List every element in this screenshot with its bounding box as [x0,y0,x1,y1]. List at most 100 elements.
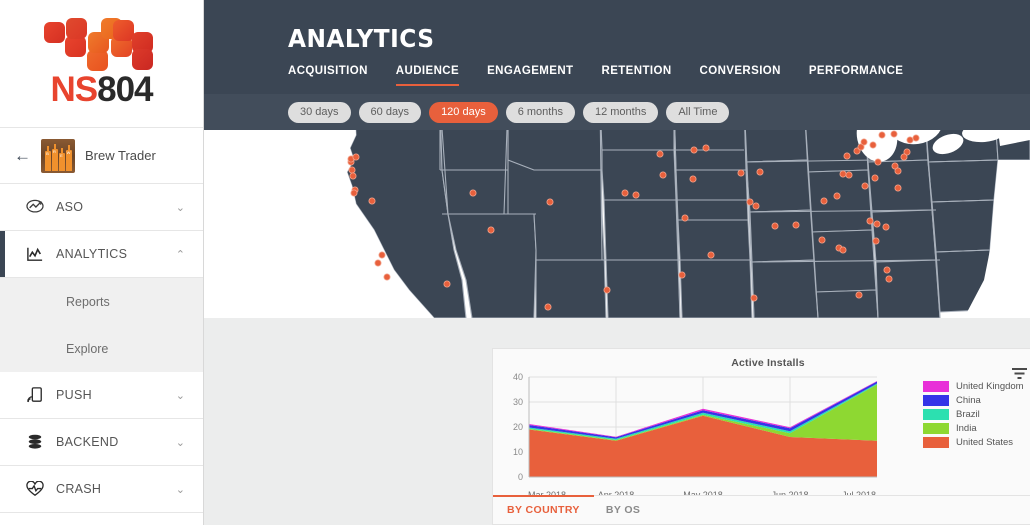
map-dot [843,152,851,160]
tab-engagement[interactable]: ENGAGEMENT [473,65,587,86]
chart-tab-by-country[interactable]: BY COUNTRY [493,494,594,525]
map-dot [690,146,698,154]
range-pill-120-days[interactable]: 120 days [429,101,498,123]
map-dot [792,221,800,229]
chevron-down-icon-crash[interactable]: ⌄ [176,483,185,496]
chevron-down-icon-aso[interactable]: ⌄ [176,201,185,214]
sidebar-item-backend[interactable]: BACKEND ⌄ [0,419,203,466]
sidebar-item-label-aso: ASO [56,200,84,214]
chart-y-tick: 20 [513,422,523,432]
map-dot [621,189,629,197]
legend-swatch-brazil [923,409,949,420]
lower-panel: Active Installs 010203040 Mar 2018Apr 20… [204,318,1030,525]
map-dot [546,198,554,206]
map-dot [894,184,902,192]
map-dot [885,275,893,283]
sidebar-item-explore[interactable]: Explore [0,325,203,372]
sidebar-item-analytics[interactable]: ANALYTICS ⌃ [0,231,203,278]
legend-swatch-india [923,423,949,434]
active-installs-chart-card: Active Installs 010203040 Mar 2018Apr 20… [492,348,1030,525]
legend-label-united-kingdom: United Kingdom [956,381,1024,392]
sidebar-item-reports[interactable]: Reports [0,278,203,325]
map-dot [883,266,891,274]
push-notification-icon [26,387,48,403]
installs-map[interactable]: Expand the map to interact [204,130,1030,318]
crash-heartbeat-icon [26,481,48,497]
analytics-chart-icon [26,246,48,262]
legend-item-india[interactable]: India [923,423,1030,434]
analytics-subnav: Reports Explore [0,278,203,372]
tab-performance[interactable]: PERFORMANCE [795,65,918,86]
legend-swatch-united-states [923,437,949,448]
legend-label-brazil: Brazil [956,409,980,420]
map-dot [820,197,828,205]
map-dot [603,286,611,294]
range-pill-all-time[interactable]: All Time [666,101,730,123]
map-dot [469,189,477,197]
map-dot [378,251,386,259]
map-dot [882,223,890,231]
tab-audience[interactable]: AUDIENCE [382,65,473,86]
back-arrow-icon[interactable]: ← [14,147,31,164]
map-dot [861,182,869,190]
legend-item-china[interactable]: China [923,395,1030,406]
logo-text-804: 804 [97,70,153,109]
tab-acquisition[interactable]: ACQUISITION [288,65,382,86]
map-dot [818,236,826,244]
legend-item-brazil[interactable]: Brazil [923,409,1030,420]
range-pill-12-months[interactable]: 12 months [582,101,659,123]
sidebar-item-push[interactable]: PUSH ⌄ [0,372,203,419]
legend-item-united-kingdom[interactable]: United Kingdom [923,381,1030,392]
map-dot [866,217,874,225]
map-dot [632,191,640,199]
legend-label-united-states: United States [956,437,1014,448]
us-map-svg [204,130,1030,318]
map-dot [746,198,754,206]
map-dot [350,189,358,197]
chart-tab-by-os[interactable]: BY OS [606,496,640,525]
map-dot [348,166,356,174]
chart-y-tick: 40 [513,373,523,382]
range-pill-60-days[interactable]: 60 days [358,101,422,123]
chart-title: Active Installs [731,357,805,369]
map-dot [678,271,686,279]
map-dot [544,303,552,311]
map-dot [873,220,881,228]
legend-swatch-china [923,395,949,406]
aso-chart-icon [26,199,48,215]
legend-item-united-states[interactable]: United States [923,437,1030,448]
map-dot [869,141,877,149]
map-dot [681,214,689,222]
chevron-down-icon-backend[interactable]: ⌄ [176,436,185,449]
chevron-up-icon-analytics[interactable]: ⌃ [176,248,185,261]
chart-y-tick: 0 [518,472,523,482]
map-dot [752,202,760,210]
current-app-row[interactable]: ← B R E W Brew Trader [0,128,203,184]
map-dot [383,273,391,281]
map-dot [912,134,920,142]
map-dot [349,172,357,180]
map-dot [878,131,886,139]
logo-wordmark: NS804 [50,70,153,109]
sidebar-item-aso[interactable]: ASO ⌄ [0,184,203,231]
app-icon: B R E W [41,138,75,173]
map-dot [855,291,863,299]
map-dot [871,174,879,182]
chart-legend: United Kingdom China Brazil India United… [923,381,1030,448]
tab-conversion[interactable]: CONVERSION [686,65,795,86]
map-dot [756,168,764,176]
logo-mark-icon [43,18,160,71]
map-dot [659,171,667,179]
range-pill-30-days[interactable]: 30 days [288,101,351,123]
map-dot [890,130,898,138]
tab-retention[interactable]: RETENTION [587,65,685,86]
brand-logo[interactable]: NS804 [0,0,203,128]
chevron-down-icon-push[interactable]: ⌄ [176,389,185,402]
range-pill-6-months[interactable]: 6 months [505,101,575,123]
map-dot [487,226,495,234]
map-dot [737,169,745,177]
sidebar-item-crash[interactable]: CRASH ⌄ [0,466,203,513]
page-header: ANALYTICS ACQUISITION AUDIENCE ENGAGEMEN… [204,0,1030,94]
chart-y-tick: 30 [513,397,523,407]
database-icon [26,434,48,450]
